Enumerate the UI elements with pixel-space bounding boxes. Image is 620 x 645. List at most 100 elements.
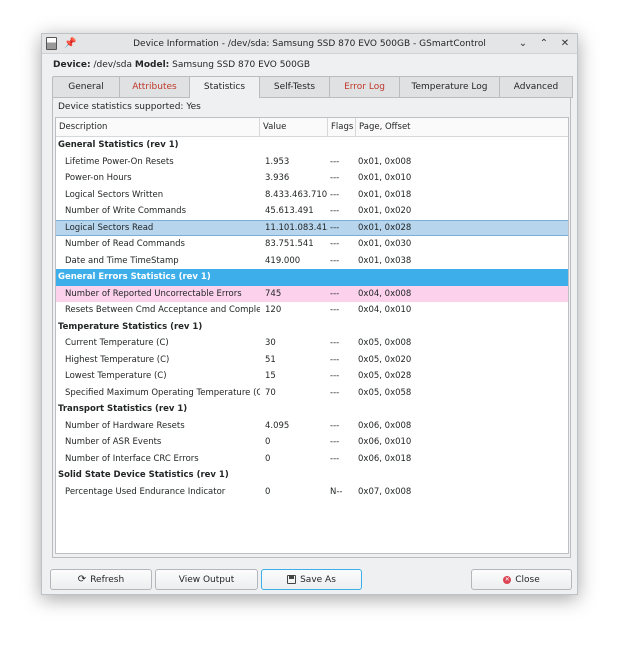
table-row[interactable]: Power-on Hours 3.936 --- 0x01, 0x010	[56, 170, 568, 187]
window-title: Device Information - /dev/sda: Samsung S…	[133, 38, 486, 49]
device-info-window: 📌 Device Information - /dev/sda: Samsung…	[41, 33, 578, 595]
tab-temperature-log[interactable]: Temperature Log	[400, 76, 500, 98]
row-value: 15	[265, 371, 276, 382]
refresh-button[interactable]: ⟳ Refresh	[50, 569, 152, 590]
pin-icon[interactable]: 📌	[64, 37, 76, 50]
row-flags: ---	[330, 338, 340, 349]
column-header-value[interactable]: Value	[260, 118, 328, 136]
table-section-header[interactable]: General Errors Statistics (rev 1)	[56, 269, 568, 286]
tab-advanced[interactable]: Advanced	[500, 76, 573, 98]
close-icon[interactable]: ✕	[559, 36, 571, 51]
table-row[interactable]: Resets Between Cmd Acceptance and Comple…	[56, 302, 568, 319]
row-page-offset: 0x01, 0x030	[358, 239, 412, 250]
table-row[interactable]: Lifetime Power-On Resets 1.953 --- 0x01, 0x…	[56, 154, 568, 171]
row-flags: ---	[330, 437, 340, 448]
row-description: Logical Sectors Read	[65, 222, 154, 233]
row-description: Logical Sectors Written	[65, 189, 164, 200]
table-section-header[interactable]: Transport Statistics (rev 1)	[56, 401, 568, 418]
supported-label: Device statistics supported: Yes	[58, 102, 201, 112]
row-value: 3.936	[265, 173, 290, 184]
row-page-offset: 0x06, 0x010	[358, 437, 412, 448]
refresh-icon: ⟳	[77, 574, 87, 585]
column-header-flags[interactable]: Flags	[328, 118, 356, 136]
table-section-header[interactable]: Solid State Device Statistics (rev 1)	[56, 467, 568, 484]
tab-statistics[interactable]: Statistics	[190, 76, 260, 99]
row-description: Percentage Used Endurance Indicator	[65, 486, 226, 497]
row-value: 745	[265, 288, 282, 299]
row-description: General Errors Statistics (rev 1)	[58, 272, 211, 283]
row-description: Number of ASR Events	[65, 437, 162, 448]
save-as-button[interactable]: Save As	[261, 569, 362, 590]
row-flags: ---	[330, 288, 340, 299]
table-row[interactable]: Logical Sectors Written 8.433.463.710 --- 0…	[56, 187, 568, 204]
row-value: 45.613.491	[265, 206, 314, 217]
row-page-offset: 0x05, 0x028	[358, 371, 412, 382]
row-value: 51	[265, 354, 276, 365]
save-as-label: Save As	[300, 574, 336, 585]
row-value: 0	[265, 453, 271, 464]
row-page-offset: 0x05, 0x058	[358, 387, 412, 398]
row-description: General Statistics (rev 1)	[58, 140, 179, 151]
row-description: Solid State Device Statistics (rev 1)	[58, 470, 229, 481]
row-flags: ---	[330, 173, 340, 184]
row-value: 70	[265, 387, 276, 398]
table-row[interactable]: Current Temperature (C) 30 --- 0x05, 0x008	[56, 335, 568, 352]
view-output-button[interactable]: View Output	[155, 569, 258, 590]
row-description: Lowest Temperature (C)	[65, 371, 167, 382]
table-row[interactable]: Number of Interface CRC Errors 0 --- 0x06, …	[56, 451, 568, 468]
table-section-header[interactable]: General Statistics (rev 1)	[56, 137, 568, 154]
row-flags: ---	[330, 371, 340, 382]
row-description: Number of Write Commands	[65, 206, 187, 217]
row-value: 0	[265, 486, 271, 497]
tab-general[interactable]: General	[52, 76, 120, 98]
row-description: Number of Reported Uncorrectable Errors	[65, 288, 242, 299]
button-bar: ⟳ Refresh View Output Save As ✕ Close	[50, 569, 572, 591]
row-description: Number of Read Commands	[65, 239, 185, 250]
table-header: Description Value Flags Page, Offset	[56, 118, 568, 137]
row-page-offset: 0x06, 0x008	[358, 420, 412, 431]
table-row[interactable]: Number of Hardware Resets 4.095 --- 0x06, 0…	[56, 418, 568, 435]
row-flags: ---	[330, 420, 340, 431]
tab-error-log[interactable]: Error Log	[330, 76, 400, 98]
table-row[interactable]: Date and Time TimeStamp 419.000 --- 0x01, 0…	[56, 253, 568, 270]
row-page-offset: 0x07, 0x008	[358, 486, 412, 497]
table-row[interactable]: Lowest Temperature (C) 15 --- 0x05, 0x028	[56, 368, 568, 385]
row-flags: ---	[330, 387, 340, 398]
minimize-icon[interactable]: ⌄	[517, 36, 529, 51]
table-section-header[interactable]: Temperature Statistics (rev 1)	[56, 319, 568, 336]
close-circle-icon: ✕	[503, 575, 512, 584]
table-row[interactable]: Number of Read Commands 83.751.541 --- 0x01…	[56, 236, 568, 253]
close-button[interactable]: ✕ Close	[471, 569, 572, 590]
table-row[interactable]: Percentage Used Endurance Indicator 0 N-- 0…	[56, 484, 568, 501]
table-row[interactable]: Number of Reported Uncorrectable Errors 7…	[56, 285, 568, 302]
row-flags: ---	[330, 206, 340, 217]
row-page-offset: 0x01, 0x028	[358, 222, 412, 233]
tab-attributes[interactable]: Attributes	[120, 76, 190, 98]
row-flags: ---	[330, 156, 340, 167]
row-page-offset: 0x01, 0x010	[358, 173, 412, 184]
statistics-table[interactable]: Description Value Flags Page, Offset Gen…	[55, 117, 569, 554]
tab-self-tests[interactable]: Self-Tests	[260, 76, 330, 98]
row-page-offset: 0x01, 0x008	[358, 156, 412, 167]
table-row[interactable]: Specified Maximum Operating Temperature …	[56, 385, 568, 402]
app-icon[interactable]	[46, 37, 57, 50]
row-description: Number of Hardware Resets	[65, 420, 185, 431]
maximize-icon[interactable]: ⌃	[538, 36, 550, 51]
table-row[interactable]: Highest Temperature (C) 51 --- 0x05, 0x020	[56, 352, 568, 369]
row-flags: ---	[330, 222, 340, 233]
column-header-description[interactable]: Description	[56, 118, 260, 136]
column-header-page-offset[interactable]: Page, Offset	[356, 118, 466, 136]
title-bar[interactable]: 📌 Device Information - /dev/sda: Samsung…	[42, 34, 577, 54]
row-value: 0	[265, 437, 271, 448]
table-row[interactable]: Number of ASR Events 0 --- 0x06, 0x010	[56, 434, 568, 451]
device-info-line: Device: /dev/sda Model: Samsung SSD 870 …	[53, 60, 310, 70]
row-value: 11.101.083.415	[265, 222, 328, 233]
row-page-offset: 0x05, 0x008	[358, 338, 412, 349]
table-row[interactable]: Logical Sectors Read 11.101.083.415 --- 0x0…	[56, 219, 568, 236]
table-row[interactable]: Number of Write Commands 45.613.491 --- 0x0…	[56, 203, 568, 220]
row-page-offset: 0x01, 0x038	[358, 255, 412, 266]
device-label: Device:	[53, 60, 91, 70]
row-value: 4.095	[265, 420, 290, 431]
row-page-offset: 0x05, 0x020	[358, 354, 412, 365]
row-value: 419.000	[265, 255, 301, 266]
